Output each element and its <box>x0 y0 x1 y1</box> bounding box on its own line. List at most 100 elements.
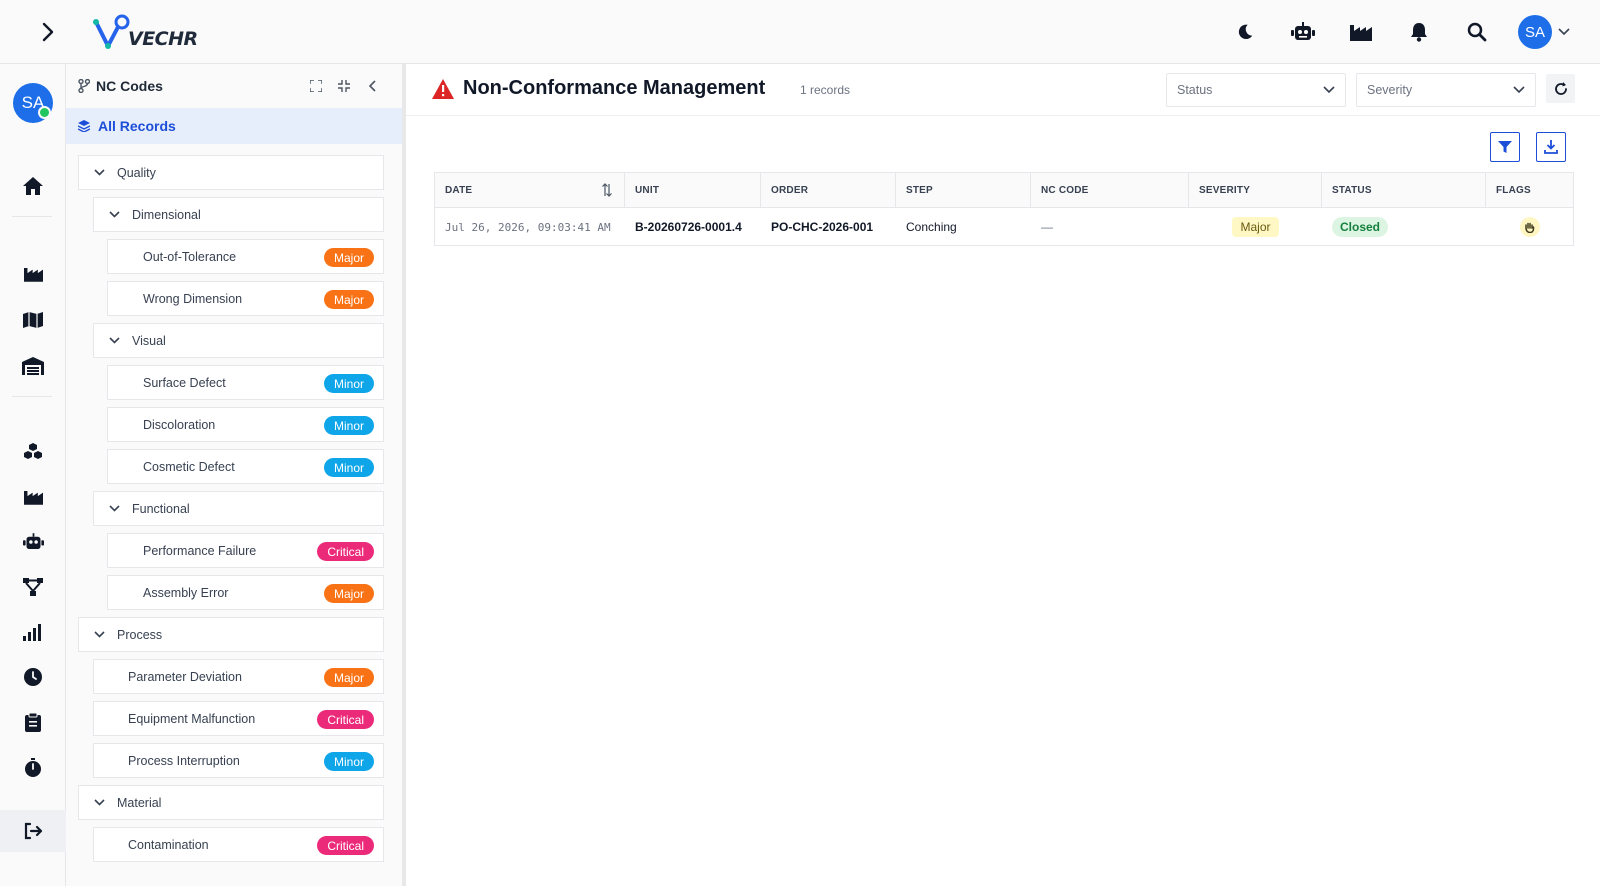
expand-all-button[interactable] <box>306 76 326 96</box>
rail-item-materials[interactable] <box>13 436 53 468</box>
tree-group-visual[interactable]: Visual <box>93 323 384 358</box>
tree-leaf-parameter-deviation[interactable]: Parameter Deviation Major <box>93 659 384 694</box>
rail-item-history[interactable] <box>13 661 53 693</box>
severity-pill: Major <box>1232 217 1279 237</box>
robot-icon <box>1291 22 1315 40</box>
all-records-item[interactable]: All Records <box>66 108 402 144</box>
user-menu-button[interactable] <box>1552 12 1576 52</box>
page-title: Non-Conformance Management <box>463 77 766 99</box>
tree-group-functional[interactable]: Functional <box>93 491 384 526</box>
all-records-label: All Records <box>98 118 176 134</box>
top-bar: VECHR SA <box>0 0 1600 64</box>
branch-icon <box>78 79 90 93</box>
tree-label: Surface Defect <box>143 375 226 390</box>
rail-item-automation[interactable] <box>13 526 53 558</box>
column-label: DATE <box>445 185 473 196</box>
chevron-down-icon <box>1323 86 1335 94</box>
column-header-severity[interactable]: SEVERITY <box>1189 173 1322 208</box>
status-placeholder: Status <box>1177 83 1213 97</box>
tree-leaf-cosmetic-defect[interactable]: Cosmetic Defect Minor <box>107 449 384 484</box>
tree-label: Discoloration <box>143 417 216 432</box>
rail-item-map[interactable] <box>13 304 53 336</box>
severity-badge: Major <box>323 290 374 309</box>
bell-icon <box>1411 23 1427 42</box>
status-filter-select[interactable]: Status <box>1166 73 1346 107</box>
rail-item-network[interactable] <box>13 571 53 603</box>
expand-icon <box>310 80 322 92</box>
tree-leaf-contamination[interactable]: Contamination Critical <box>93 827 384 862</box>
collapse-all-button[interactable] <box>334 76 354 96</box>
rail-item-tasks[interactable] <box>13 706 53 738</box>
tree-label: Functional <box>132 501 190 516</box>
cell-status: Closed <box>1322 208 1486 246</box>
table-row[interactable]: Jul 26, 2026, 09:03:41 AM B-20260726-000… <box>435 208 1573 246</box>
expand-sidebar-button[interactable] <box>32 16 64 48</box>
rail-item-warehouse[interactable] <box>13 350 53 382</box>
close-panel-button[interactable] <box>362 76 382 96</box>
tree-group-material[interactable]: Material <box>78 785 384 820</box>
download-button[interactable] <box>1536 132 1566 162</box>
tree-group-quality[interactable]: Quality <box>78 155 384 190</box>
rail-separator <box>12 216 52 217</box>
user-avatar[interactable]: SA <box>1518 15 1552 49</box>
flag-badge[interactable] <box>1519 217 1540 237</box>
tree-leaf-assembly-error[interactable]: Assembly Error Major <box>107 575 384 610</box>
home-icon <box>23 177 43 195</box>
tree-label: Assembly Error <box>143 585 229 600</box>
column-label: NC CODE <box>1041 185 1089 196</box>
assistant-button[interactable] <box>1274 12 1332 52</box>
column-label: STATUS <box>1332 185 1372 196</box>
column-header-date[interactable]: DATE <box>435 173 625 208</box>
rail-item-timers[interactable] <box>13 751 53 783</box>
search-button[interactable] <box>1448 12 1506 52</box>
tree-label: Visual <box>132 333 166 348</box>
tree-leaf-out-of-tolerance[interactable]: Out-of-Tolerance Major <box>107 239 384 274</box>
column-label: SEVERITY <box>1199 185 1251 196</box>
logout-button[interactable] <box>0 810 66 852</box>
column-header-unit[interactable]: UNIT <box>625 173 761 208</box>
tree-leaf-performance-failure[interactable]: Performance Failure Critical <box>107 533 384 568</box>
severity-filter-select[interactable]: Severity <box>1356 73 1536 107</box>
tree-label: Process Interruption <box>128 753 240 768</box>
plant-button[interactable] <box>1332 12 1390 52</box>
severity-placeholder: Severity <box>1367 83 1413 97</box>
tree-leaf-equipment-malfunction[interactable]: Equipment Malfunction Critical <box>93 701 384 736</box>
rail-item-home[interactable] <box>13 170 53 202</box>
cell-nc-code: — <box>1041 220 1053 234</box>
tree-leaf-wrong-dimension[interactable]: Wrong Dimension Major <box>107 281 384 316</box>
tree-leaf-surface-defect[interactable]: Surface Defect Minor <box>107 365 384 400</box>
tree-label: Dimensional <box>132 207 201 222</box>
column-header-step[interactable]: STEP <box>896 173 1031 208</box>
panel-title: NC Codes <box>96 78 163 94</box>
download-icon <box>1544 140 1558 154</box>
column-header-status[interactable]: STATUS <box>1322 173 1486 208</box>
tree-label: Material <box>117 795 162 810</box>
sort-icon[interactable] <box>602 183 612 197</box>
tree-label: Performance Failure <box>143 543 257 558</box>
cell-date: Jul 26, 2026, 09:03:41 AM <box>445 220 611 234</box>
rail-item-plant[interactable] <box>13 258 53 290</box>
tree-leaf-discoloration[interactable]: Discoloration Minor <box>107 407 384 442</box>
tree-label: Cosmetic Defect <box>143 459 235 474</box>
warehouse-icon <box>22 357 44 375</box>
status-pill: Closed <box>1332 217 1389 237</box>
chevron-down-icon <box>1513 86 1525 94</box>
notifications-button[interactable] <box>1390 12 1448 52</box>
tree-group-dimensional[interactable]: Dimensional <box>93 197 384 232</box>
column-header-nc-code[interactable]: NC CODE <box>1031 173 1189 208</box>
filter-button[interactable] <box>1490 132 1520 162</box>
tree-group-process[interactable]: Process <box>78 617 384 652</box>
logo-text: VECHR <box>128 28 198 50</box>
theme-toggle-button[interactable] <box>1216 12 1274 52</box>
factory-icon <box>23 490 43 505</box>
refresh-button[interactable] <box>1546 74 1575 103</box>
moon-icon <box>1238 24 1253 40</box>
app-logo[interactable]: VECHR <box>92 12 198 52</box>
rail-item-production[interactable] <box>13 481 53 513</box>
stopwatch-icon <box>25 757 41 777</box>
column-header-order[interactable]: ORDER <box>761 173 896 208</box>
severity-badge: Major <box>323 248 374 267</box>
tree-leaf-process-interruption[interactable]: Process Interruption Minor <box>93 743 384 778</box>
rail-item-analytics[interactable] <box>13 616 53 648</box>
chevron-down-icon <box>93 799 105 806</box>
